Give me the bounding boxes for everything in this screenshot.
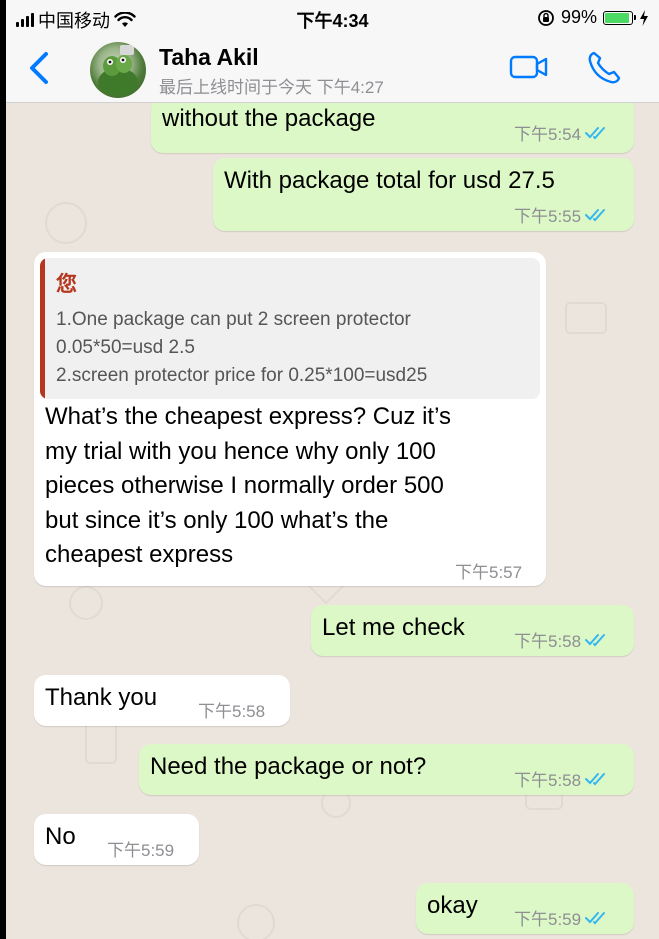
quote-accent-bar [40,258,45,399]
chat-header: Taha Akil 最后上线时间于今天 下午4:27 [6,36,659,103]
message-bubble-outgoing[interactable]: okay 下午5:59 [416,883,634,934]
message-time: 下午5:58 [514,771,582,790]
message-text: Thank you [45,684,158,711]
message-line: my trial with you hence why only 100 [45,437,436,465]
read-receipt-icon [585,126,606,139]
message-line: cheapest express [45,541,234,568]
quote-line: 0.05*50=usd 2.5 [56,337,195,358]
message-time: 下午5:58 [514,632,582,651]
message-bubble-incoming[interactable]: Thank you 下午5:58 [34,675,290,726]
video-call-icon[interactable] [508,52,550,82]
message-time: 下午5:58 [198,702,266,721]
status-bar: 中国移动 下午4:34 99% [6,0,659,36]
message-text: Need the package or not? [150,753,427,780]
read-receipt-icon [585,633,606,646]
avatar-image [98,45,138,96]
quoted-message[interactable]: 您 1.One package can put 2 screen protect… [40,258,540,399]
status-right: 99% [537,7,649,28]
phone-call-icon[interactable] [584,48,624,88]
message-line: What’s the cheapest express? Cuz it’s [45,403,451,430]
message-line: pieces otherwise I normally order 500 [45,472,444,499]
read-receipt-icon [585,911,606,924]
message-text: without the package [162,105,376,132]
message-meta: 下午5:55 [514,202,609,227]
battery-percent: 99% [560,7,597,27]
message-bubble-outgoing[interactable]: With package total for usd 27.5 下午5:55 [213,158,634,231]
read-receipt-icon [585,772,606,785]
message-time: 下午5:59 [514,910,582,929]
message-meta: 下午5:54 [514,120,609,145]
quote-line: 2.screen protector price for 0.25*100=us… [56,365,428,386]
message-meta: 下午5:58 [514,627,609,652]
message-time: 下午5:55 [514,207,582,226]
message-line: but since it’s only 100 what’s the [45,506,389,534]
chat-screen: 中国移动 下午4:34 99% Taha Akil 最后上线时间于今天 下午4:… [6,0,659,939]
message-meta: 下午5:58 [514,766,609,791]
rotation-lock-icon [538,9,554,26]
message-meta: 下午5:59 [514,905,609,930]
last-seen-status: 最后上线时间于今天 下午4:27 [159,78,384,97]
message-text: okay [427,892,478,919]
message-text: With package total for usd 27.5 [224,167,555,194]
battery-icon [603,10,636,25]
message-text: No [45,823,76,850]
message-bubble-outgoing[interactable]: without the package 下午5:54 [151,103,634,153]
message-text: Let me check [322,614,465,641]
message-time: 下午5:59 [107,841,175,860]
message-bubble-incoming-reply[interactable]: 您 1.One package can put 2 screen protect… [34,252,546,586]
charging-icon [640,9,648,26]
message-time: 下午5:54 [514,125,582,144]
quote-author: 您 [56,273,77,296]
contact-name[interactable]: Taha Akil [159,44,259,71]
message-bubble-incoming[interactable]: No 下午5:59 [34,814,199,865]
message-bubble-outgoing[interactable]: Let me check 下午5:58 [311,605,634,656]
message-text: What’s the cheapest express? Cuz it’s my… [45,400,451,573]
message-list[interactable]: without the package 下午5:54 With package … [6,103,659,939]
message-bubble-outgoing[interactable]: Need the package or not? 下午5:58 [139,744,634,795]
read-receipt-icon [585,208,606,221]
message-time: 下午5:57 [455,563,523,582]
quote-line: 1.One package can put 2 screen protector [56,309,411,330]
back-chevron-icon[interactable] [20,48,60,88]
contact-avatar[interactable] [90,42,146,98]
